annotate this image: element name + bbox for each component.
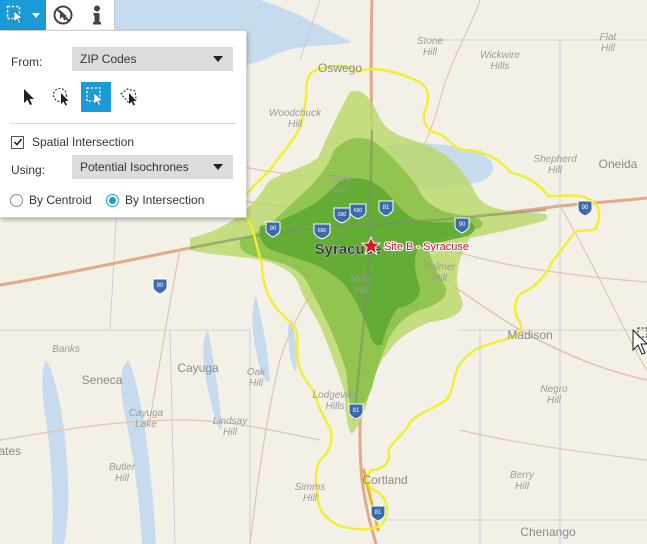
spatial-intersection-label: Spatial Intersection [32,135,135,149]
label-oswego: Oswego [318,61,362,75]
svg-text:690: 690 [338,212,347,218]
spatial-intersection-checkbox[interactable] [11,135,24,149]
svg-text:81: 81 [353,408,360,414]
caret-down-icon [213,56,223,62]
svg-text:690: 690 [318,228,327,234]
panel-divider [10,123,236,124]
dashed-select-pointer-icon [6,5,23,24]
caret-down-icon[interactable] [31,11,41,19]
spatial-intersection-row[interactable]: Spatial Intersection [11,135,134,149]
cancel-pointer-icon [53,5,73,25]
from-label: From: [11,55,43,69]
from-dropdown-value: ZIP Codes [80,52,137,66]
svg-text:690: 690 [354,208,363,214]
svg-text:90: 90 [270,226,277,232]
svg-text:81: 81 [383,205,390,211]
site-label: Site B - Syracuse [384,241,469,253]
checkmark-icon [13,138,22,146]
tool-lasso-select[interactable] [47,82,77,112]
rectangle-select-icon [86,87,104,106]
by-intersection-option[interactable]: By Intersection [106,193,204,207]
by-centroid-radio[interactable] [10,193,23,207]
by-centroid-label: By Centroid [29,193,92,207]
label-madison: Madison [507,328,552,342]
selection-toolbar [0,0,115,31]
using-dropdown-value: Potential Isochrones [80,160,189,174]
tool-rectangle-select[interactable] [81,82,111,112]
label-cortland: Cortland [362,473,407,487]
using-label: Using: [11,163,46,177]
label-oneida: Oneida [599,157,638,171]
caret-down-icon [213,164,223,170]
by-intersection-label: By Intersection [125,193,205,207]
svg-text:90: 90 [157,283,164,289]
info-button[interactable] [80,0,114,30]
label-chenango: Chenango [520,525,576,539]
using-dropdown[interactable]: Potential Isochrones [72,155,233,179]
svg-text:90: 90 [582,205,589,211]
label-flat-hill: Flat Hill [600,32,618,54]
lasso-pointer-icon [52,87,69,106]
label-banks: Banks [52,344,80,355]
svg-text:81: 81 [375,510,382,516]
label-cayuga: Cayuga [177,361,219,375]
svg-text:90: 90 [459,222,466,228]
label-seneca: Seneca [82,373,123,387]
select-tool-button[interactable] [0,0,46,30]
selection-panel: From: ZIP Codes Spatial Intersection Usi… [0,30,247,218]
by-centroid-option[interactable]: By Centroid [10,193,92,207]
arrow-pointer-icon [24,89,34,105]
by-intersection-radio[interactable] [106,193,119,207]
tool-polygon-select[interactable] [115,82,145,112]
tool-arrow-pointer[interactable] [14,82,44,112]
clear-selection-button[interactable] [46,0,80,30]
info-icon [93,5,101,25]
polygon-select-icon [120,88,137,106]
using-row: Using: [11,163,45,177]
from-row: From: [11,55,42,69]
from-dropdown[interactable]: ZIP Codes [72,47,233,71]
label-tates: tates [0,444,21,458]
